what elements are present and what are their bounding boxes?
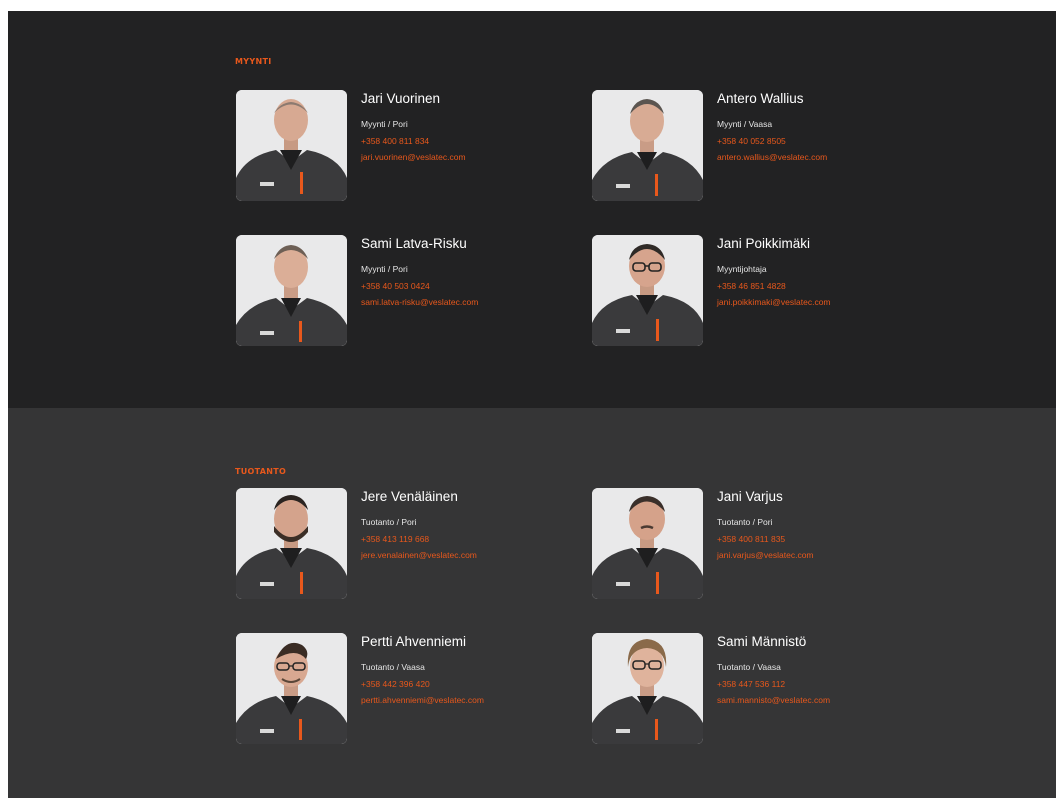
person-photo-icon — [236, 90, 347, 201]
person-phone-link[interactable]: +358 442 396 420 — [361, 679, 430, 689]
person-email-link[interactable]: jari.vuorinen@veslatec.com — [361, 152, 466, 162]
person-role: Myynti / Pori — [361, 119, 408, 129]
person-card: Jari Vuorinen Myynti / Pori +358 400 811… — [236, 90, 536, 202]
person-card: Sami Männistö Tuotanto / Vaasa +358 447 … — [592, 633, 892, 745]
person-role: Tuotanto / Vaasa — [717, 662, 781, 672]
person-photo — [592, 235, 703, 346]
person-name: Sami Männistö — [717, 634, 807, 649]
section-title-production: TUOTANTO — [235, 467, 287, 476]
person-name: Jani Varjus — [717, 489, 783, 504]
contacts-page: MYYNTI Jari Vuorinen Myynti / Pori +358 … — [8, 11, 1056, 798]
person-photo — [236, 633, 347, 744]
person-photo — [236, 90, 347, 201]
person-phone-link[interactable]: +358 40 503 0424 — [361, 281, 430, 291]
person-card: Jani Varjus Tuotanto / Pori +358 400 811… — [592, 488, 892, 600]
person-photo-icon — [592, 633, 703, 744]
person-phone-link[interactable]: +358 447 536 112 — [717, 679, 785, 689]
person-role: Tuotanto / Pori — [361, 517, 417, 527]
person-photo-icon — [236, 633, 347, 744]
section-title-sales: MYYNTI — [235, 57, 272, 66]
person-photo-icon — [592, 488, 703, 599]
person-email-link[interactable]: pertti.ahvenniemi@veslatec.com — [361, 695, 484, 705]
person-photo-icon — [592, 235, 703, 346]
person-phone-link[interactable]: +358 400 811 834 — [361, 136, 429, 146]
person-card: Antero Wallius Myynti / Vaasa +358 40 05… — [592, 90, 892, 202]
person-email-link[interactable]: jere.venalainen@veslatec.com — [361, 550, 477, 560]
person-phone-link[interactable]: +358 413 119 668 — [361, 534, 429, 544]
person-name: Jani Poikkimäki — [717, 236, 811, 251]
person-role: Tuotanto / Pori — [717, 517, 773, 527]
person-name: Antero Wallius — [717, 91, 804, 106]
production-section: TUOTANTO Jere Venäläinen Tuotanto / Pori… — [8, 408, 1056, 798]
sales-section: MYYNTI Jari Vuorinen Myynti / Pori +358 … — [8, 11, 1056, 408]
person-name: Pertti Ahvenniemi — [361, 634, 467, 649]
person-photo — [592, 90, 703, 201]
person-photo-icon — [592, 90, 703, 201]
person-phone-link[interactable]: +358 400 811 835 — [717, 534, 785, 544]
person-name: Sami Latva-Risku — [361, 236, 467, 251]
person-card: Pertti Ahvenniemi Tuotanto / Vaasa +358 … — [236, 633, 536, 745]
person-email-link[interactable]: sami.mannisto@veslatec.com — [717, 695, 830, 705]
person-role: Myyntijohtaja — [717, 264, 767, 274]
person-photo — [236, 235, 347, 346]
person-phone-link[interactable]: +358 40 052 8505 — [717, 136, 786, 146]
person-photo — [592, 633, 703, 744]
person-photo — [236, 488, 347, 599]
person-phone-link[interactable]: +358 46 851 4828 — [717, 281, 786, 291]
person-role: Myynti / Pori — [361, 264, 408, 274]
person-photo-icon — [236, 235, 347, 346]
person-card: Sami Latva-Risku Myynti / Pori +358 40 5… — [236, 235, 536, 347]
person-card: Jere Venäläinen Tuotanto / Pori +358 413… — [236, 488, 536, 600]
person-name: Jere Venäläinen — [361, 489, 458, 504]
person-role: Myynti / Vaasa — [717, 119, 773, 129]
person-role: Tuotanto / Vaasa — [361, 662, 425, 672]
person-email-link[interactable]: antero.wallius@veslatec.com — [717, 152, 827, 162]
person-email-link[interactable]: jani.poikkimaki@veslatec.com — [717, 297, 831, 307]
person-photo — [592, 488, 703, 599]
person-card: Jani Poikkimäki Myyntijohtaja +358 46 85… — [592, 235, 892, 347]
person-photo-icon — [236, 488, 347, 599]
person-email-link[interactable]: sami.latva-risku@veslatec.com — [361, 297, 478, 307]
person-email-link[interactable]: jani.varjus@veslatec.com — [717, 550, 814, 560]
person-name: Jari Vuorinen — [361, 91, 441, 106]
